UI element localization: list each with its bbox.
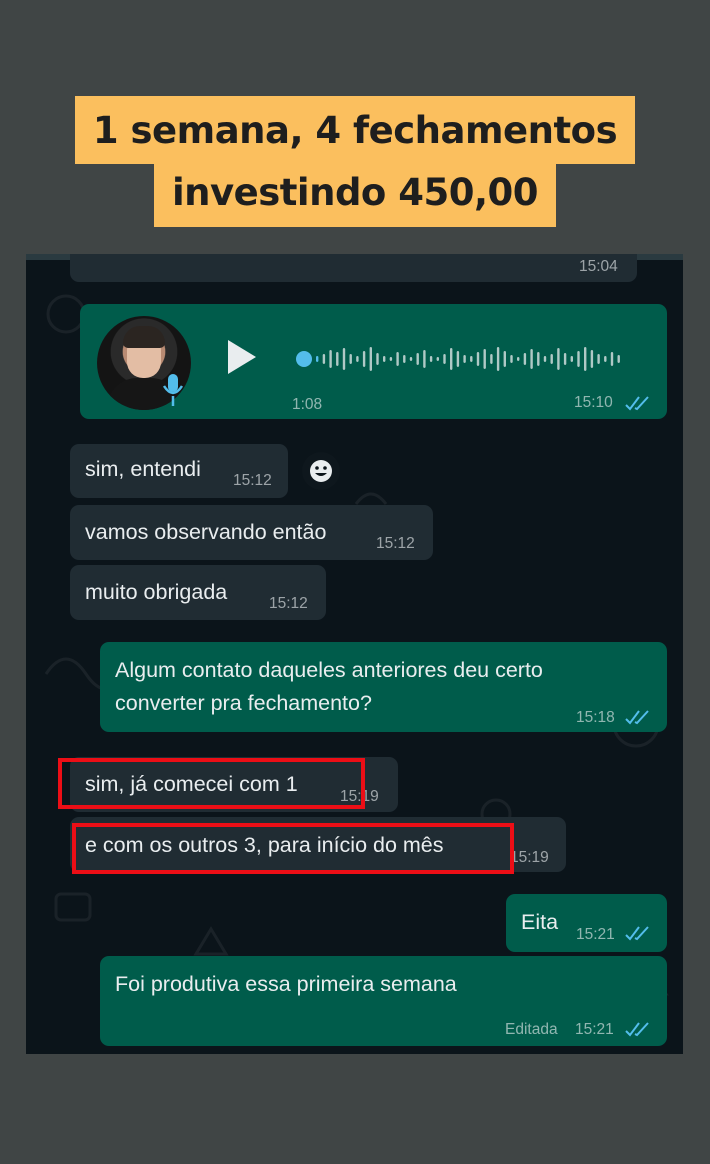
waveform-bar (617, 355, 620, 363)
waveform-bar (476, 352, 480, 366)
waveform-bar (530, 349, 533, 369)
voice-note-bubble[interactable]: 1:08 15:10 (80, 304, 667, 419)
message-text: sim, entendi (85, 457, 201, 481)
emoji-icon[interactable] (301, 451, 341, 491)
mic-icon (162, 374, 184, 406)
waveform-bar (403, 355, 406, 363)
waveform-bar (456, 351, 460, 367)
waveform-bar (604, 356, 607, 362)
waveform-bar (429, 356, 433, 362)
waveform-bar (610, 352, 614, 366)
waveform-bar (517, 357, 520, 361)
waveform-bar (329, 350, 332, 368)
waveform-bar (349, 354, 352, 364)
waveform-bar (450, 348, 453, 370)
waveform-bar (389, 357, 393, 361)
waveform-bar (503, 351, 506, 367)
read-ticks-icon (625, 1022, 649, 1037)
message-text-line-2: converter pra fechamento? (115, 691, 372, 715)
waveform-bar (376, 353, 379, 365)
message-bubble-out[interactable]: Foi produtiva essa primeira semana Edita… (100, 956, 667, 1046)
waveform-bar (356, 356, 359, 362)
waveform-bar (563, 353, 567, 365)
waveform-bar (316, 356, 319, 362)
waveform-bar (577, 351, 580, 367)
message-time: 15:12 (233, 472, 272, 489)
waveform-bar (383, 356, 386, 362)
message-bubble-in[interactable]: vamos observando então 15:12 (70, 505, 433, 560)
waveform-bar (590, 350, 594, 368)
waveform[interactable] (296, 342, 626, 376)
waveform-bar (523, 353, 527, 365)
waveform-bar (537, 352, 540, 366)
headline-line-2: investindo 450,00 (153, 163, 557, 227)
message-text-line-1: Algum contato daqueles anteriores deu ce… (115, 658, 543, 682)
waveform-bar (584, 347, 587, 371)
previous-message-time: 15:04 (579, 258, 618, 275)
waveform-bar (570, 356, 573, 362)
waveform-bar (463, 355, 466, 363)
chat-screenshot: 15:04 1:08 15:10 sim, entendi 15:12 vamo (26, 254, 683, 1054)
waveform-bar (597, 354, 600, 364)
message-time: 15:21 (576, 926, 615, 943)
waveform-bar (543, 356, 547, 362)
waveform-bar (409, 357, 413, 361)
voice-duration: 1:08 (292, 396, 323, 413)
waveform-bar (396, 352, 399, 366)
play-icon[interactable] (226, 338, 258, 376)
message-time: 15:21 (575, 1021, 614, 1038)
message-text: vamos observando então (85, 520, 327, 544)
message-time: 15:18 (576, 709, 615, 726)
message-time: 15:19 (510, 849, 549, 866)
waveform-bar (470, 356, 473, 362)
waveform-bar (510, 355, 513, 363)
headline: 1 semana, 4 fechamentos investindo 450,0… (0, 96, 710, 227)
playback-position-dot (296, 351, 312, 367)
message-time: 15:12 (269, 595, 308, 612)
waveform-bar (496, 347, 500, 371)
message-bubble-in[interactable]: muito obrigada 15:12 (70, 565, 326, 620)
read-ticks-icon (625, 396, 649, 411)
message-bubble-out[interactable]: Eita 15:21 (506, 894, 667, 952)
waveform-bar (557, 348, 560, 370)
waveform-bar (369, 347, 372, 371)
message-time: 15:12 (376, 535, 415, 552)
edited-label: Editada (505, 1021, 558, 1038)
waveform-bar (490, 354, 493, 364)
read-ticks-icon (625, 710, 649, 725)
waveform-bar (436, 357, 439, 361)
previous-message-bubble (70, 254, 637, 282)
message-bubble-in[interactable]: sim, entendi 15:12 (70, 444, 288, 498)
message-text: muito obrigada (85, 580, 228, 604)
waveform-bar (362, 351, 366, 367)
voice-time: 15:10 (574, 394, 613, 411)
waveform-bar (342, 348, 346, 370)
waveform-bar (550, 354, 553, 364)
read-ticks-icon (625, 926, 649, 941)
waveform-bar (336, 352, 339, 366)
message-bubble-out[interactable]: Algum contato daqueles anteriores deu ce… (100, 642, 667, 732)
highlight-box (72, 823, 514, 874)
highlight-box (58, 758, 365, 809)
message-text: Foi produtiva essa primeira semana (115, 972, 457, 996)
waveform-bar (322, 354, 326, 364)
message-text: Eita (521, 910, 559, 934)
waveform-bar (423, 350, 426, 368)
headline-line-1: 1 semana, 4 fechamentos (74, 96, 636, 164)
waveform-bar (483, 349, 486, 369)
waveform-bar (416, 353, 419, 365)
waveform-bar (443, 354, 446, 364)
